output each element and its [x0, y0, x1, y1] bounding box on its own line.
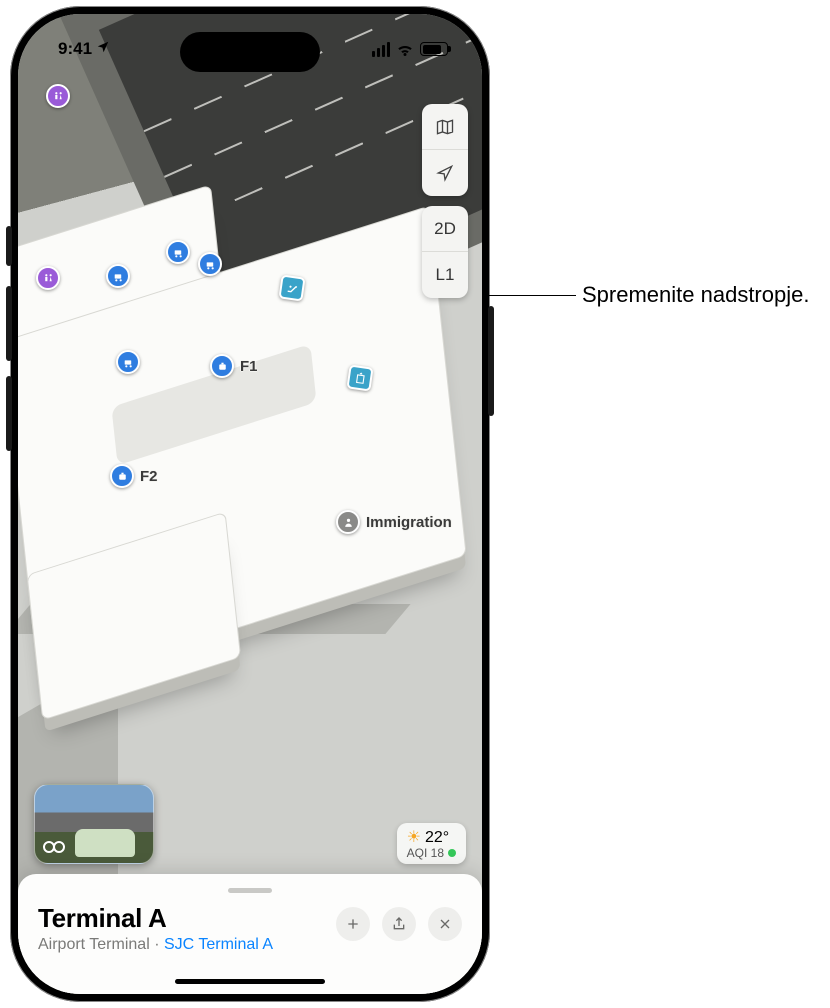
place-card[interactable]: Terminal A Airport Terminal · SJC Termin…: [18, 874, 482, 994]
cellular-signal-icon: [372, 42, 390, 57]
elevator-icon: [346, 364, 373, 391]
tracking-button[interactable]: [422, 150, 468, 196]
cart-icon: [106, 264, 130, 288]
wifi-icon: [396, 42, 414, 56]
map-mode-button[interactable]: [422, 104, 468, 150]
poi-immigration[interactable]: Immigration: [336, 510, 452, 534]
status-time: 9:41: [58, 39, 92, 59]
poi-baggage-cart[interactable]: [166, 240, 190, 264]
mute-switch: [6, 226, 12, 266]
add-button[interactable]: [336, 907, 370, 941]
place-title: Terminal A: [38, 903, 273, 934]
poi-baggage-cart[interactable]: [106, 264, 130, 288]
place-category: Airport Terminal: [38, 936, 150, 953]
close-button[interactable]: [428, 907, 462, 941]
escalator-icon: [278, 274, 305, 301]
poi-label: F2: [140, 468, 158, 485]
cart-icon: [198, 252, 222, 276]
volume-up: [6, 286, 12, 361]
restroom-icon: [46, 84, 70, 108]
place-subtitle: Airport Terminal · SJC Terminal A: [38, 936, 273, 954]
poi-escalator[interactable]: [280, 276, 304, 300]
floor-picker-button[interactable]: L1: [422, 252, 468, 298]
location-arrow-icon: [435, 163, 455, 183]
callout-text: Spremenite nadstropje.: [582, 282, 809, 308]
floor-label: L1: [436, 265, 455, 285]
battery-icon: [420, 42, 448, 56]
aqi-label: AQI 18: [407, 847, 444, 860]
baggage-icon: [110, 464, 134, 488]
location-services-icon: [96, 39, 110, 59]
weather-chip[interactable]: ☀︎ 22° AQI 18: [397, 823, 466, 864]
grabber-handle[interactable]: [228, 888, 272, 893]
map-controls: 2D L1: [422, 104, 468, 298]
aqi-status-dot: [448, 849, 456, 857]
baggage-icon: [210, 354, 234, 378]
binoculars-icon: [43, 837, 69, 855]
poi-baggage-cart[interactable]: [198, 252, 222, 276]
temperature: 22°: [425, 829, 449, 847]
place-parent-link[interactable]: SJC Terminal A: [164, 936, 273, 953]
poi-label: F1: [240, 358, 258, 375]
poi-restroom[interactable]: [36, 266, 60, 290]
poi-baggage-cart[interactable]: [116, 350, 140, 374]
phone-frame: 9:41: [10, 6, 490, 1002]
map-icon: [435, 117, 455, 137]
plus-icon: [345, 916, 361, 932]
view-2d-button[interactable]: 2D: [422, 206, 468, 252]
immigration-icon: [336, 510, 360, 534]
callout-leader-line: [520, 295, 576, 296]
share-button[interactable]: [382, 907, 416, 941]
look-around-thumbnail[interactable]: [34, 784, 154, 864]
close-icon: [437, 916, 453, 932]
view-2d-label: 2D: [434, 219, 456, 239]
poi-baggage-claim-f1[interactable]: F1: [210, 354, 258, 378]
sun-icon: ☀︎: [407, 829, 421, 847]
poi-restroom[interactable]: [46, 84, 70, 108]
dynamic-island: [180, 32, 320, 72]
home-indicator[interactable]: [175, 979, 325, 984]
restroom-icon: [36, 266, 60, 290]
poi-baggage-claim-f2[interactable]: F2: [110, 464, 158, 488]
poi-elevator[interactable]: [348, 366, 372, 390]
poi-label: Immigration: [366, 514, 452, 531]
cart-icon: [116, 350, 140, 374]
annotation-callout: Spremenite nadstropje.: [520, 282, 809, 308]
volume-down: [6, 376, 12, 451]
share-icon: [391, 916, 407, 932]
screen: 9:41: [18, 14, 482, 994]
cart-icon: [166, 240, 190, 264]
side-button: [488, 306, 494, 416]
